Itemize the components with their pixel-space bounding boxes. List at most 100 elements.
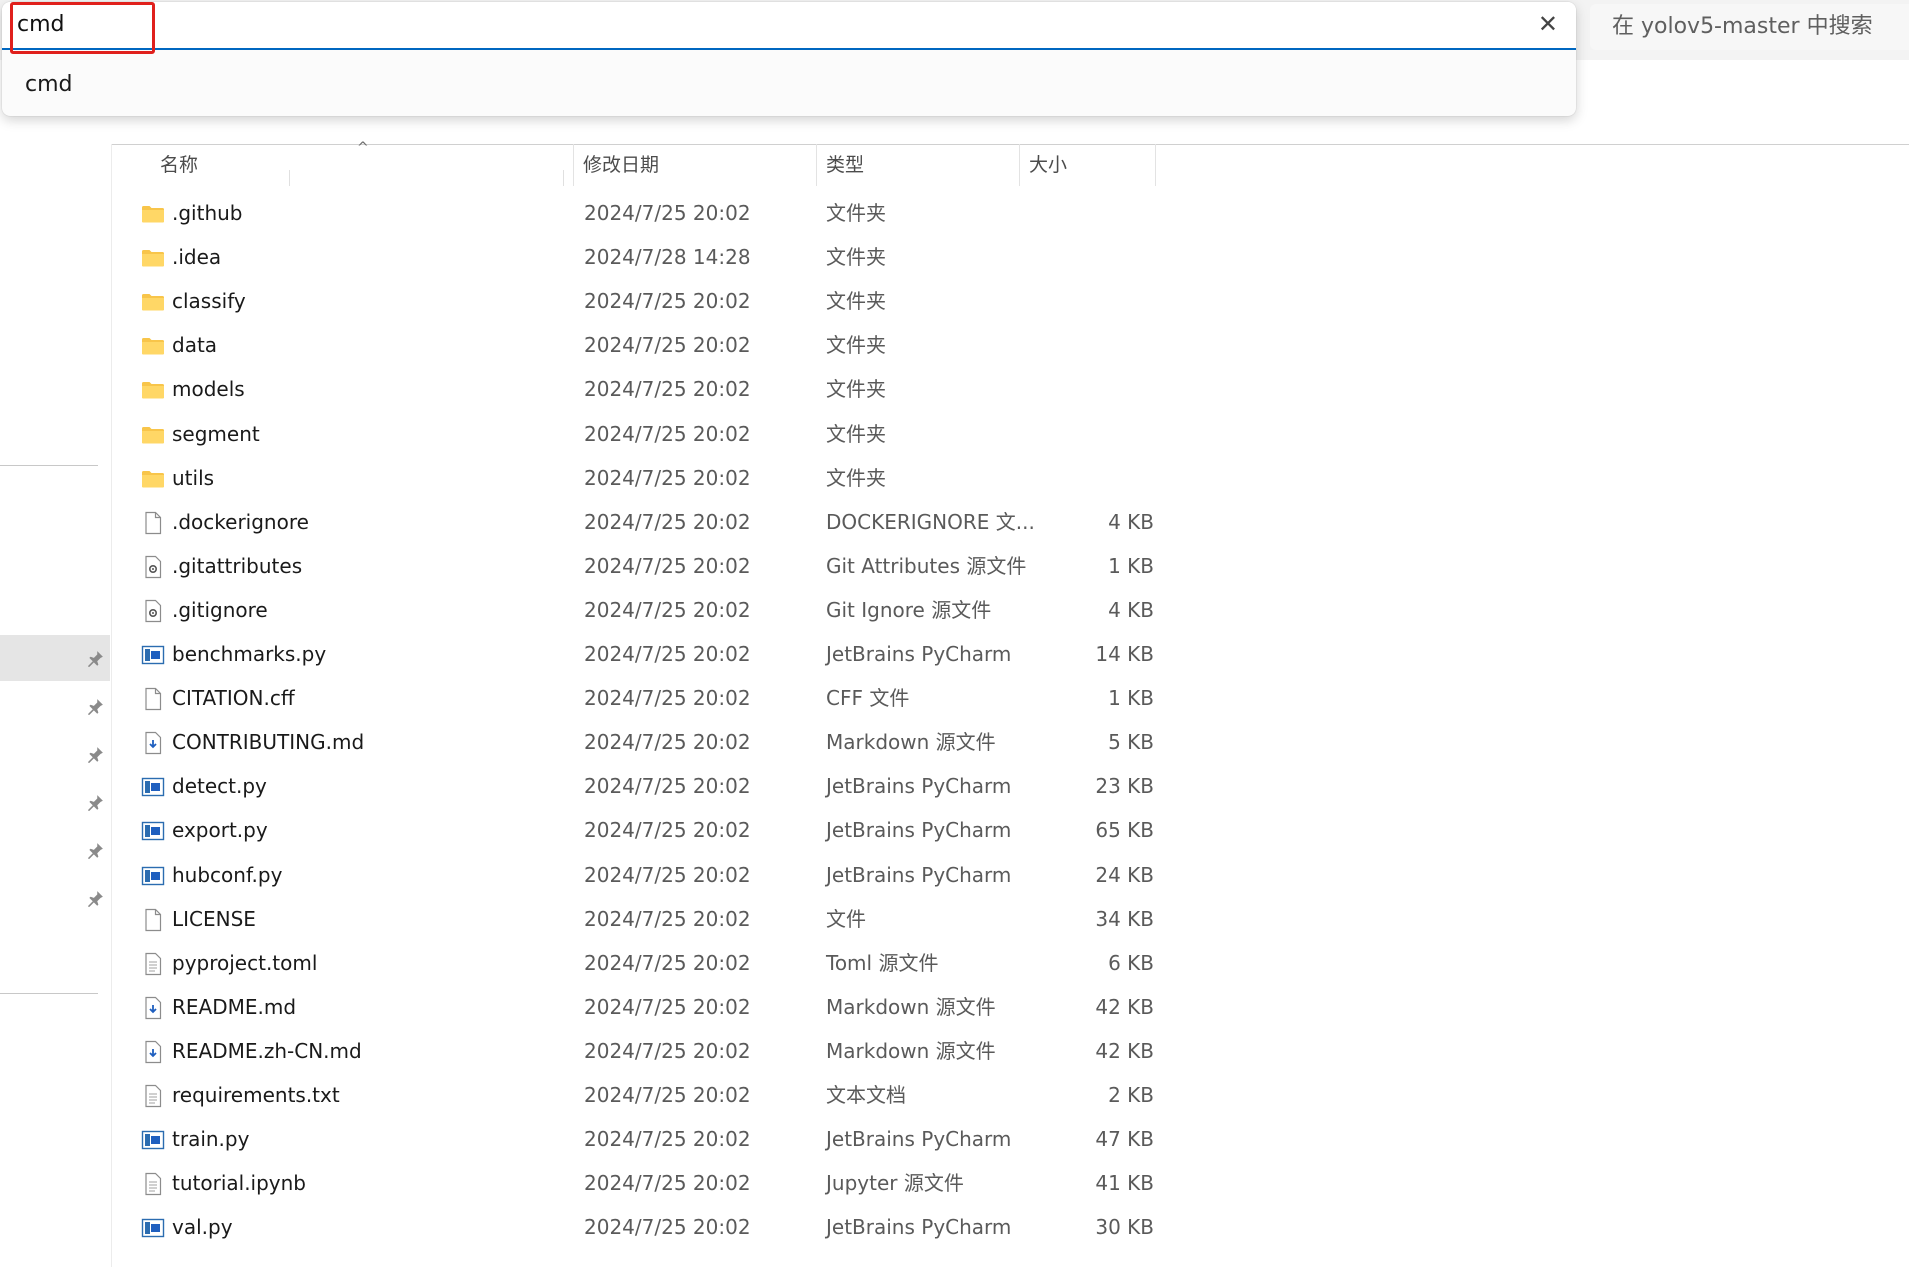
file-row[interactable]: .idea 2024/7/28 14:28 文件夹: [112, 236, 1162, 279]
file-row[interactable]: .github 2024/7/25 20:02 文件夹: [112, 192, 1162, 235]
file-row[interactable]: CONTRIBUTING.md 2024/7/25 20:02 Markdown 源…: [112, 721, 1162, 764]
pycharm-file-icon: [141, 643, 165, 667]
file-size: 42 KB: [1095, 994, 1154, 1019]
config-file-icon: [141, 599, 165, 623]
file-date: 2024/7/25 20:02: [584, 201, 751, 225]
file-size: 65 KB: [1095, 818, 1154, 843]
file-size: 4 KB: [1108, 509, 1154, 534]
config-file-icon: [141, 555, 165, 579]
file-row[interactable]: pyproject.toml 2024/7/25 20:02 Toml 源文件 6 K…: [112, 942, 1162, 985]
pin-icon[interactable]: [86, 842, 104, 860]
address-input[interactable]: cmd ✕: [2, 2, 1576, 50]
file-name: .gitignore: [172, 597, 268, 622]
text-file-icon: [141, 1084, 165, 1108]
file-row[interactable]: hubconf.py 2024/7/25 20:02 JetBrains PyCha…: [112, 854, 1162, 897]
file-type: JetBrains PyCharm: [826, 774, 1012, 799]
file-name: utils: [172, 465, 215, 490]
file-type: DOCKERIGNORE 文...: [826, 509, 1035, 534]
folder-icon: [141, 334, 165, 358]
file-date: 2024/7/25 20:02: [584, 906, 751, 931]
file-row[interactable]: data 2024/7/25 20:02 文件夹: [112, 324, 1162, 367]
pycharm-file-icon: [141, 1216, 165, 1240]
column-header-name[interactable]: 名称: [160, 144, 198, 186]
suggestion-item[interactable]: cmd: [25, 72, 73, 97]
folder-icon: [141, 467, 165, 491]
file-row[interactable]: models 2024/7/25 20:02 文件夹: [112, 368, 1162, 411]
file-date: 2024/7/25 20:02: [584, 1171, 751, 1196]
column-divider[interactable]: [1019, 144, 1020, 186]
pin-icon[interactable]: [86, 650, 104, 668]
pycharm-file-icon: [141, 819, 165, 843]
file-type: 文件夹: [826, 377, 886, 402]
file-size: 6 KB: [1108, 950, 1154, 975]
column-divider[interactable]: [573, 144, 574, 186]
file-name: classify: [172, 289, 246, 314]
file-row[interactable]: classify 2024/7/25 20:02 文件夹: [112, 280, 1162, 323]
file-row[interactable]: segment 2024/7/25 20:02 文件夹: [112, 413, 1162, 456]
file-name: tutorial.ipynb: [172, 1171, 307, 1196]
file-size: [1042, 368, 1154, 411]
file-row[interactable]: requirements.txt 2024/7/25 20:02 文本文档 2 KB: [112, 1074, 1162, 1117]
file-date: 2024/7/25 20:02: [584, 333, 751, 358]
text-file-icon: [141, 952, 165, 976]
file-name: train.py: [172, 1127, 250, 1152]
folder-icon: [141, 202, 165, 226]
file-name: .github: [172, 201, 243, 225]
file-size: 14 KB: [1095, 642, 1154, 666]
file-size: 5 KB: [1108, 730, 1154, 755]
file-date: 2024/7/25 20:02: [584, 289, 751, 314]
address-input-value[interactable]: cmd: [17, 12, 65, 37]
file-size: [1042, 236, 1154, 279]
file-date: 2024/7/25 20:02: [584, 642, 751, 666]
column-header-size[interactable]: 大小: [1029, 144, 1067, 186]
file-date: 2024/7/25 20:02: [584, 553, 751, 578]
file-date: 2024/7/25 20:02: [584, 818, 751, 843]
pin-icon[interactable]: [86, 698, 104, 716]
file-row[interactable]: .gitignore 2024/7/25 20:02 Git Ignore 源文件 4…: [112, 589, 1162, 632]
file-type: 文件夹: [826, 333, 886, 358]
nav-divider: [0, 993, 98, 994]
column-divider[interactable]: [1155, 144, 1156, 186]
file-date: 2024/7/25 20:02: [584, 1038, 751, 1063]
file-name: models: [172, 377, 245, 402]
file-size: 1 KB: [1108, 686, 1154, 711]
file-date: 2024/7/25 20:02: [584, 377, 751, 402]
pin-icon[interactable]: [86, 794, 104, 812]
pin-icon[interactable]: [86, 890, 104, 908]
file-name: requirements.txt: [172, 1083, 340, 1107]
folder-icon: [141, 290, 165, 314]
column-header-type[interactable]: 类型: [826, 144, 864, 186]
file-name: LICENSE: [172, 906, 256, 931]
file-date: 2024/7/25 20:02: [584, 1083, 751, 1107]
column-divider[interactable]: [816, 144, 817, 186]
clear-icon[interactable]: ✕: [1538, 10, 1558, 38]
file-row[interactable]: detect.py 2024/7/25 20:02 JetBrains PyChar…: [112, 765, 1162, 808]
file-row[interactable]: val.py 2024/7/25 20:02 JetBrains PyCharm 30…: [112, 1206, 1162, 1249]
file-name: CITATION.cff: [172, 686, 295, 711]
file-row[interactable]: README.md 2024/7/25 20:02 Markdown 源文件 42 K…: [112, 986, 1162, 1029]
file-size: [1042, 192, 1154, 235]
file-type: Git Attributes 源文件: [826, 553, 1027, 578]
column-header-date[interactable]: 修改日期: [583, 144, 659, 186]
file-row[interactable]: benchmarks.py 2024/7/25 20:02 JetBrains Py…: [112, 633, 1162, 676]
pin-icon[interactable]: [86, 746, 104, 764]
file-row[interactable]: LICENSE 2024/7/25 20:02 文件 34 KB: [112, 898, 1162, 941]
file-row[interactable]: README.zh-CN.md 2024/7/25 20:02 Markdown 源…: [112, 1030, 1162, 1073]
file-date: 2024/7/25 20:02: [584, 1127, 751, 1152]
file-row[interactable]: CITATION.cff 2024/7/25 20:02 CFF 文件 1 KB: [112, 677, 1162, 720]
file-name: .gitattributes: [172, 553, 303, 578]
file-type: Markdown 源文件: [826, 994, 996, 1019]
file-row[interactable]: train.py 2024/7/25 20:02 JetBrains PyCharm…: [112, 1118, 1162, 1161]
search-box[interactable]: 在 yolov5-master 中搜索: [1590, 4, 1909, 50]
file-row[interactable]: utils 2024/7/25 20:02 文件夹: [112, 457, 1162, 500]
file-size: 24 KB: [1095, 862, 1154, 887]
file-row[interactable]: tutorial.ipynb 2024/7/25 20:02 Jupyter 源文件…: [112, 1162, 1162, 1205]
file-date: 2024/7/25 20:02: [584, 597, 751, 622]
file-name: segment: [172, 421, 260, 446]
file-row[interactable]: export.py 2024/7/25 20:02 JetBrains PyChar…: [112, 809, 1162, 852]
file-row[interactable]: .dockerignore 2024/7/25 20:02 DOCKERIGNORE…: [112, 501, 1162, 544]
file-size: 41 KB: [1095, 1171, 1154, 1196]
file-row[interactable]: .gitattributes 2024/7/25 20:02 Git Attribu…: [112, 545, 1162, 588]
file-name: benchmarks.py: [172, 642, 327, 666]
column-header-row: ^ 名称 修改日期 类型 大小: [112, 140, 1162, 186]
